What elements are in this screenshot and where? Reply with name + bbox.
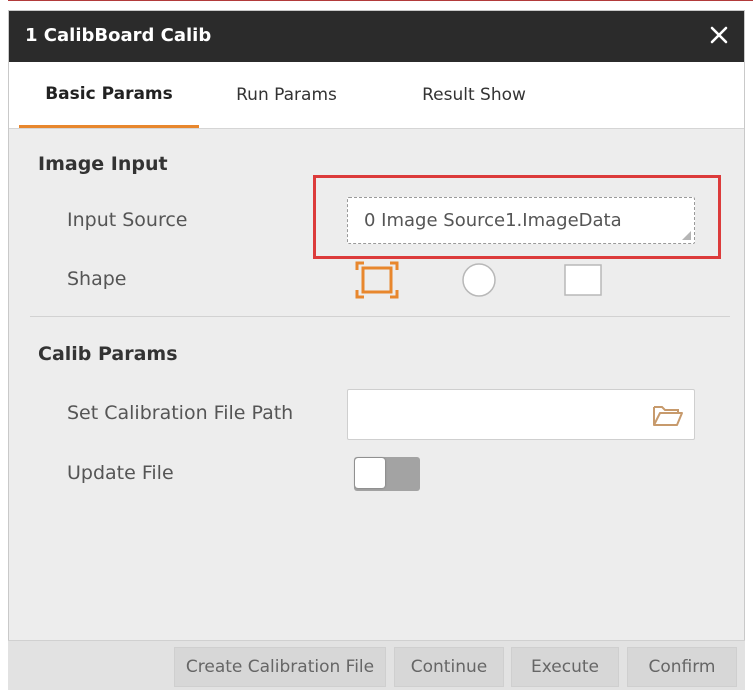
- rectangle-icon[interactable]: [563, 263, 603, 301]
- continue-button[interactable]: Continue: [394, 647, 504, 687]
- folder-open-icon[interactable]: [652, 403, 684, 431]
- section-divider: [30, 316, 730, 317]
- tab-run-params[interactable]: Run Params: [214, 62, 359, 128]
- update-file-toggle[interactable]: [354, 457, 420, 491]
- circle-icon[interactable]: [460, 261, 498, 303]
- calib-params-section-title: Calib Params: [38, 343, 178, 365]
- tab-bar: Basic Params Run Params Result Show: [9, 62, 744, 129]
- shape-label: Shape: [67, 268, 127, 290]
- tab-basic-params[interactable]: Basic Params: [19, 62, 199, 128]
- full-image-icon[interactable]: [355, 261, 399, 303]
- title-bar[interactable]: 1 CalibBoard Calib: [9, 11, 744, 62]
- file-path-label: Set Calibration File Path: [67, 402, 294, 424]
- input-source-label: Input Source: [67, 209, 188, 231]
- dropdown-corner-icon: [682, 231, 691, 240]
- update-file-label: Update File: [67, 462, 174, 484]
- window-title: 1 CalibBoard Calib: [25, 25, 212, 46]
- execute-button[interactable]: Execute: [511, 647, 619, 687]
- toggle-knob[interactable]: [355, 458, 385, 488]
- footer-bar: Create Calibration File Continue Execute…: [8, 640, 745, 690]
- image-input-section-title: Image Input: [38, 153, 168, 175]
- close-icon[interactable]: [704, 20, 734, 50]
- create-calibration-file-button[interactable]: Create Calibration File: [174, 647, 386, 687]
- tab-result-show[interactable]: Result Show: [389, 62, 559, 128]
- input-source-combo[interactable]: 0 Image Source1.ImageData: [347, 197, 695, 244]
- input-source-value: 0 Image Source1.ImageData: [364, 210, 622, 231]
- file-path-input[interactable]: [347, 389, 695, 440]
- confirm-button[interactable]: Confirm: [627, 647, 737, 687]
